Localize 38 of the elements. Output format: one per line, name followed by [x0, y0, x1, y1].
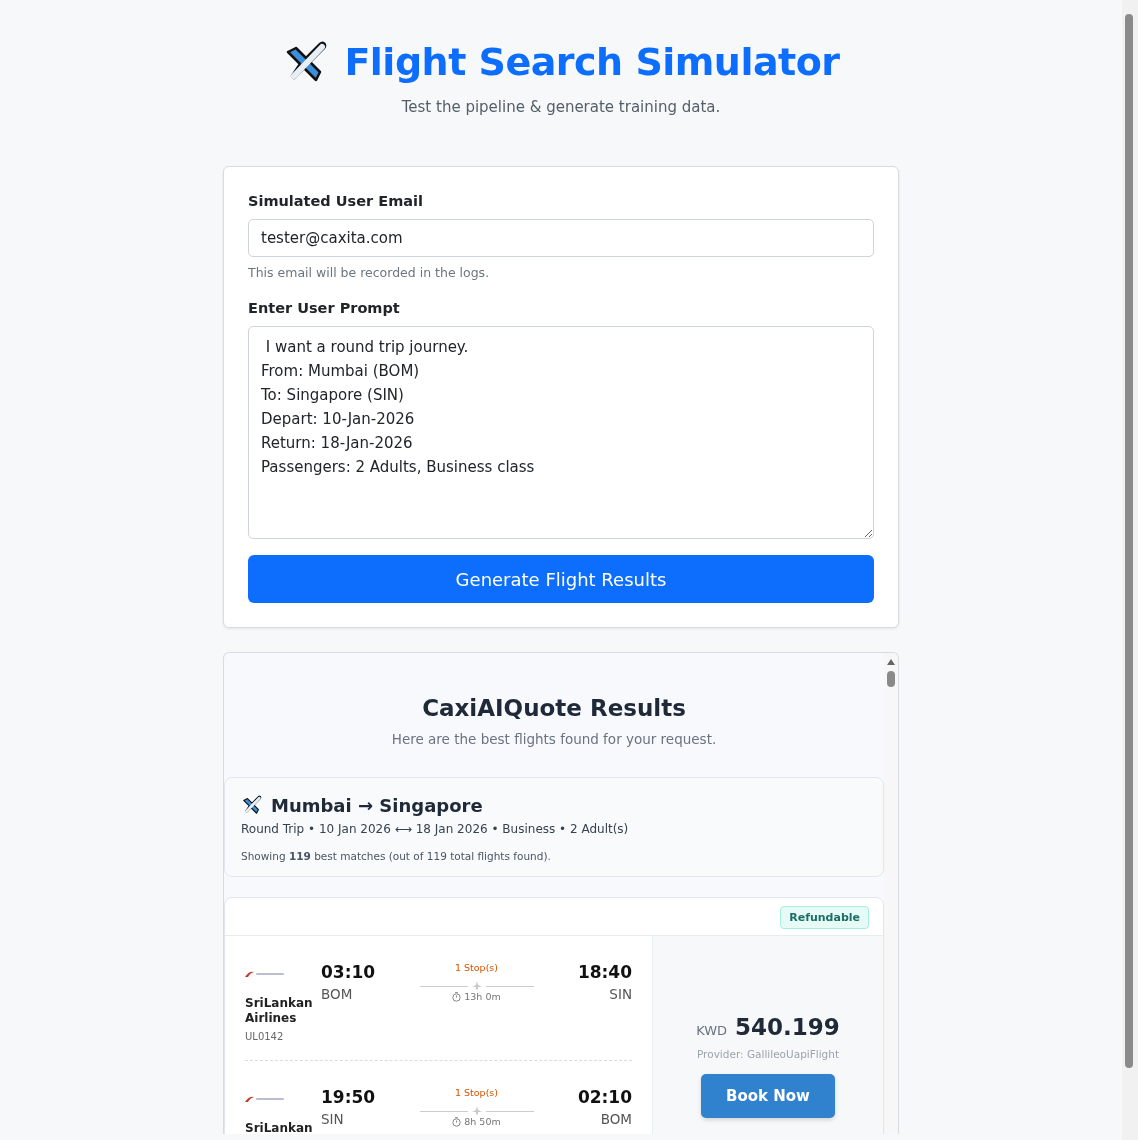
stopwatch-icon	[452, 1116, 462, 1127]
airport-code: SIN	[609, 986, 632, 1002]
results-subtitle: Here are the best flights found for your request.	[391, 731, 717, 747]
page-subtitle: Test the pipeline & generate training data.	[401, 98, 721, 116]
field-label: Enter User Prompt	[248, 300, 401, 316]
duration: 8h 50m	[464, 1116, 501, 1127]
arrival-time: 02:10	[577, 1087, 632, 1107]
departure-time: 19:50	[321, 1087, 376, 1107]
price: 540.199	[735, 1014, 840, 1040]
book-button[interactable]: Book Now	[701, 1074, 835, 1118]
field-label: Simulated User Email	[248, 193, 424, 209]
airline-logo-icon	[245, 970, 285, 978]
airport-code: SIN	[321, 1111, 344, 1127]
page-title: Flight Search Simulator	[344, 40, 840, 84]
email-field[interactable]: tester@caxita.com	[248, 219, 874, 257]
airline-logo-icon	[245, 1095, 285, 1103]
duration: 13h 0m	[464, 991, 501, 1002]
trip-details: Round Trip • 10 Jan 2026 ⟷ 18 Jan 2026 • Business • 2 Adult(s)	[241, 822, 630, 836]
generate-button[interactable]: Generate Flight Results	[248, 555, 874, 603]
departure-time: 03:10	[321, 962, 376, 982]
currency: KWD	[696, 1023, 728, 1038]
prompt-field[interactable]: I want a round trip journey. From: Mumbai (BOM) To: Singapore (SIN) Depart: 10-Jan-2026 Return: 18-Jan-2026 Passengers: 2 Adults, Business class	[248, 326, 874, 539]
arrival-time: 18:40	[577, 962, 632, 982]
stopwatch-icon	[452, 991, 462, 1002]
scroll-up-icon[interactable]	[887, 659, 895, 665]
airline-name: SriLankan	[245, 1121, 314, 1134]
results-count: Showing 119 best matches (out of 119 total flights found).	[241, 850, 552, 862]
stops-label: 1 Stop(s)	[455, 1087, 498, 1098]
refundable-badge: Refundable	[780, 906, 869, 929]
stops-label: 1 Stop(s)	[455, 962, 498, 973]
help-text: This email will be recorded in the logs.	[248, 265, 491, 280]
flight-number: UL0142	[245, 1031, 285, 1042]
airline-name: SriLankan Airlines	[245, 996, 314, 1026]
results-title: CaxiAIQuote Results	[422, 695, 686, 721]
provider: Provider: GallileoUapiFlight	[696, 1048, 840, 1060]
airport-code: BOM	[321, 986, 353, 1002]
route-title: Mumbai → Singapore	[271, 794, 483, 816]
airport-code: BOM	[600, 1111, 632, 1127]
